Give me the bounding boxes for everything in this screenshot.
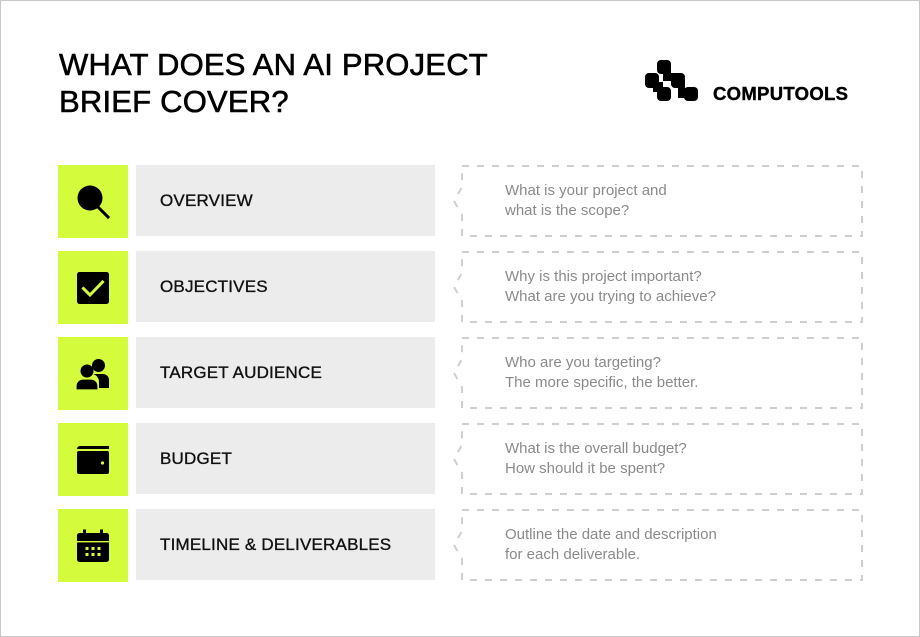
brief-item-objectives: OBJECTIVES Why is this project important… xyxy=(0,251,920,324)
description-bubble: What is your project and what is the sco… xyxy=(446,165,866,238)
label-box: BUDGET xyxy=(136,423,435,494)
label-box: TARGET AUDIENCE xyxy=(136,337,435,408)
brief-item-target-audience: TARGET AUDIENCE Who are you targeting? T… xyxy=(0,337,920,410)
item-label: OBJECTIVES xyxy=(160,276,268,296)
item-label: TIMELINE & DELIVERABLES xyxy=(160,534,392,554)
item-description: Why is this project important? What are … xyxy=(505,267,716,307)
computools-logo: COMPUTOOLS xyxy=(645,60,848,104)
item-label: BUDGET xyxy=(160,448,233,468)
item-label: TARGET AUDIENCE xyxy=(160,362,323,382)
description-line-2: What are you trying to achieve? xyxy=(505,288,716,305)
label-box: OVERVIEW xyxy=(136,165,435,236)
description-line-1: Why is this project important? xyxy=(505,268,702,285)
description-line-1: Outline the date and description xyxy=(505,526,717,543)
item-label: OVERVIEW xyxy=(160,190,253,210)
brief-item-timeline: TIMELINE & DELIVERABLES Outline the date… xyxy=(0,509,920,582)
label-box: TIMELINE & DELIVERABLES xyxy=(136,509,435,580)
calendar-icon xyxy=(77,529,109,562)
title-line-2: BRIEF COVER? xyxy=(59,84,289,120)
description-bubble: Who are you targeting? The more specific… xyxy=(446,337,866,410)
item-description: What is your project and what is the sco… xyxy=(505,181,667,221)
wallet-icon xyxy=(77,445,109,474)
brief-item-budget: BUDGET What is the overall budget? How s… xyxy=(0,423,920,496)
description-line-1: Who are you targeting? xyxy=(505,354,661,371)
description-line-2: for each deliverable. xyxy=(505,546,641,563)
page-title: WHAT DOES AN AI PROJECT BRIEF COVER? xyxy=(59,46,488,120)
icon-tile xyxy=(58,509,128,582)
icon-tile xyxy=(58,337,128,410)
description-line-2: The more specific, the better. xyxy=(505,374,699,391)
description-bubble: Outline the date and description for eac… xyxy=(446,509,866,582)
title-line-1: WHAT DOES AN AI PROJECT xyxy=(59,47,488,83)
icon-tile xyxy=(58,251,128,324)
logo-text: COMPUTOOLS xyxy=(713,83,849,104)
description-line-2: what is the scope? xyxy=(505,202,630,219)
icon-tile xyxy=(58,423,128,496)
icon-tile xyxy=(58,165,128,238)
people-icon xyxy=(75,358,109,391)
computools-logo-mark-icon xyxy=(645,60,698,101)
label-box: OBJECTIVES xyxy=(136,251,435,322)
description-bubble: What is the overall budget? How should i… xyxy=(446,423,866,496)
description-line-1: What is your project and xyxy=(505,182,667,199)
description-line-2: How should it be spent? xyxy=(505,460,666,477)
item-description: What is the overall budget? How should i… xyxy=(505,439,687,479)
checkbox-icon xyxy=(77,271,109,304)
search-icon xyxy=(77,185,111,219)
description-line-1: What is the overall budget? xyxy=(505,440,687,457)
description-bubble: Why is this project important? What are … xyxy=(446,251,866,324)
brief-item-overview: OVERVIEW What is your project and what i… xyxy=(0,165,920,238)
item-description: Outline the date and description for eac… xyxy=(505,525,717,565)
item-description: Who are you targeting? The more specific… xyxy=(505,353,698,393)
